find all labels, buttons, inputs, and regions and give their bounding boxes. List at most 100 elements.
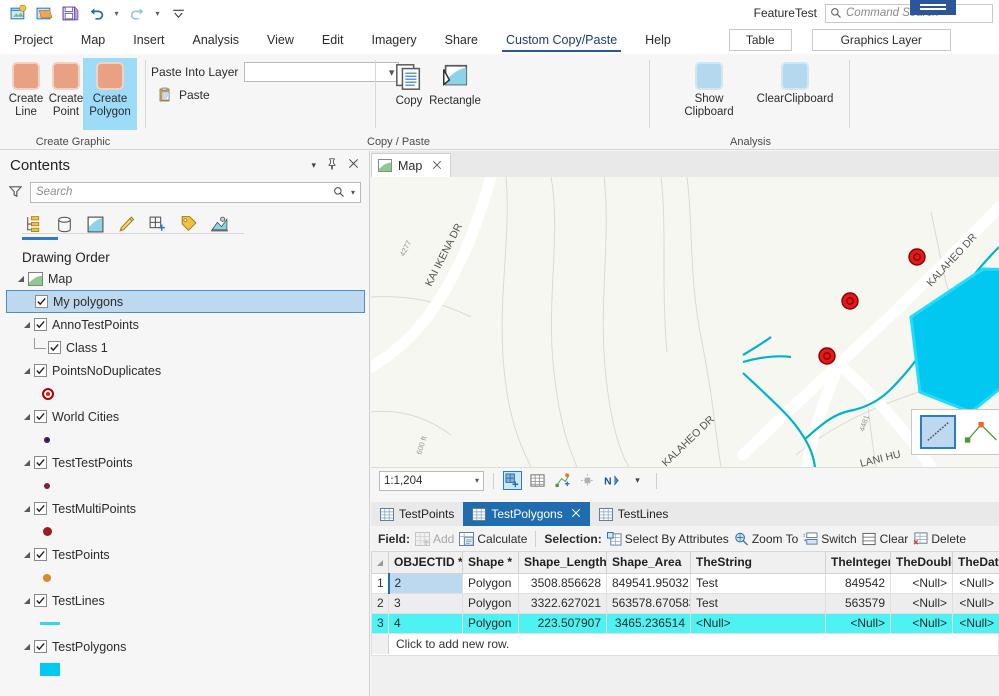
cell-thestring[interactable]: Test bbox=[690, 592, 826, 614]
column-header-shape-length[interactable]: Shape_Length bbox=[518, 552, 607, 574]
ribbon-tab-custom-copy-paste[interactable]: Custom Copy/Paste bbox=[492, 26, 631, 54]
user-name[interactable]: FeatureTest bbox=[754, 6, 817, 20]
row-number[interactable]: 1 bbox=[371, 572, 389, 594]
attribute-tab-testlines[interactable]: TestLines bbox=[589, 502, 678, 526]
redo-dropdown-caret-icon[interactable]: ▾ bbox=[151, 2, 164, 24]
cell-shape-length[interactable]: 223.507907 bbox=[518, 612, 607, 634]
clear-selection-button[interactable]: Clear bbox=[862, 532, 908, 546]
line-tool-button[interactable] bbox=[920, 415, 956, 449]
map-view-tab[interactable]: Map bbox=[371, 153, 452, 177]
select-by-attributes-button[interactable]: Select By Attributes bbox=[606, 531, 729, 546]
cell-thedouble[interactable]: <Null> bbox=[890, 592, 953, 614]
column-header-thedate[interactable]: TheDate bbox=[952, 552, 999, 574]
filter-icon[interactable] bbox=[8, 184, 24, 200]
paste-into-layer-combo[interactable]: ▾ bbox=[244, 62, 400, 82]
layer-visibility-checkbox[interactable] bbox=[34, 594, 47, 607]
cell-shape[interactable]: Polygon bbox=[462, 612, 519, 634]
cell-shape-length[interactable]: 3322.627021 bbox=[518, 592, 607, 614]
layer-visibility-checkbox[interactable] bbox=[34, 502, 47, 515]
cell-thedate[interactable]: <Null> bbox=[952, 612, 999, 634]
cell-objectid[interactable]: 4 bbox=[388, 612, 463, 634]
column-header-objectid[interactable]: OBJECTID * bbox=[388, 552, 463, 574]
open-project-icon[interactable] bbox=[32, 2, 56, 24]
list-by-selection-icon[interactable] bbox=[84, 213, 106, 235]
layer-visibility-checkbox[interactable] bbox=[34, 364, 47, 377]
cell-thedate[interactable]: <Null> bbox=[952, 572, 999, 594]
list-by-data-source-icon[interactable] bbox=[53, 213, 75, 235]
more-icon[interactable]: ▾ bbox=[628, 471, 647, 490]
clear-clipboard-button[interactable]: ClearClipboard bbox=[747, 58, 843, 130]
layer-visibility-checkbox[interactable] bbox=[35, 295, 48, 308]
expander-icon[interactable]: ◢ bbox=[20, 320, 34, 329]
tree-item-testtestpoints[interactable]: ◢ TestTestPoints bbox=[6, 451, 369, 474]
rectangle-button[interactable]: Rectangle bbox=[425, 58, 485, 130]
window-controls[interactable] bbox=[910, 0, 956, 15]
cell-thestring[interactable]: Test bbox=[690, 572, 826, 594]
edit-vertices-icon[interactable] bbox=[553, 471, 572, 490]
tree-item-pointsnoduplicates[interactable]: ◢ PointsNoDuplicates bbox=[6, 359, 369, 382]
pin-icon[interactable] bbox=[326, 157, 338, 173]
ribbon-tab-insert[interactable]: Insert bbox=[119, 26, 178, 54]
expander-icon[interactable]: ◢ bbox=[20, 550, 34, 559]
layer-visibility-checkbox[interactable] bbox=[34, 456, 47, 469]
cell-theinteger[interactable]: 563579 bbox=[825, 592, 891, 614]
add-new-row[interactable]: Click to add new row. bbox=[371, 633, 999, 656]
cell-theinteger[interactable]: <Null> bbox=[825, 612, 891, 634]
row-number[interactable]: 2 bbox=[371, 592, 389, 614]
chevron-down-icon[interactable]: ▾ bbox=[475, 476, 479, 485]
column-header-thedouble[interactable]: TheDouble bbox=[890, 552, 953, 574]
cell-thestring[interactable]: <Null> bbox=[690, 612, 826, 634]
select-all-corner[interactable] bbox=[371, 552, 389, 574]
table-row[interactable]: 1 2 Polygon 3508.856628 849541.95032 Tes… bbox=[371, 572, 999, 594]
table-context-button[interactable]: Table bbox=[728, 29, 792, 51]
ribbon-tab-analysis[interactable]: Analysis bbox=[179, 26, 254, 54]
cell-shape-area[interactable]: 849541.95032 bbox=[606, 572, 691, 594]
cell-shape-area[interactable]: 563578.670583 bbox=[606, 592, 691, 614]
layer-visibility-checkbox[interactable] bbox=[34, 410, 47, 423]
contents-search-input[interactable]: Search ▾ bbox=[30, 181, 361, 203]
ribbon-tab-view[interactable]: View bbox=[253, 26, 308, 54]
select-features-icon[interactable] bbox=[503, 471, 522, 490]
switch-selection-button[interactable]: Switch bbox=[803, 532, 857, 546]
tree-item-testpolygons[interactable]: ◢ TestPolygons bbox=[6, 635, 369, 658]
calculate-field-button[interactable]: Calculate bbox=[459, 531, 527, 546]
customize-qat-icon[interactable] bbox=[166, 2, 190, 24]
tree-item-testmultipoints[interactable]: ◢ TestMultiPoints bbox=[6, 497, 369, 520]
cell-shape-area[interactable]: 3465.236514 bbox=[606, 612, 691, 634]
undo-dropdown-caret-icon[interactable]: ▾ bbox=[110, 2, 123, 24]
north-arrow-icon[interactable]: N bbox=[603, 471, 622, 490]
close-icon[interactable] bbox=[571, 507, 581, 521]
command-search-input[interactable]: Command Search bbox=[825, 3, 993, 23]
list-by-labeling-icon[interactable] bbox=[177, 213, 199, 235]
ribbon-tab-map[interactable]: Map bbox=[67, 26, 119, 54]
list-by-drawing-order-icon[interactable] bbox=[22, 213, 44, 235]
attribute-tab-testpoints[interactable]: TestPoints bbox=[371, 502, 464, 526]
cell-shape[interactable]: Polygon bbox=[462, 592, 519, 614]
expander-icon[interactable]: ◢ bbox=[20, 366, 34, 375]
expander-icon[interactable]: ◢ bbox=[14, 274, 28, 283]
expander-icon[interactable]: ◢ bbox=[20, 458, 34, 467]
table-row[interactable]: 2 3 Polygon 3322.627021 563578.670583 Te… bbox=[371, 592, 999, 614]
chevron-down-icon[interactable]: ▾ bbox=[311, 160, 316, 171]
close-icon[interactable] bbox=[348, 158, 359, 172]
create-polygon-button[interactable]: Create Polygon bbox=[83, 58, 137, 130]
zoom-to-button[interactable]: Zoom To bbox=[734, 532, 798, 546]
map-canvas[interactable]: KAI IKENA DR 4277 KALAHEO DR KALAHEO DR … bbox=[371, 177, 999, 467]
cell-objectid[interactable]: 2 bbox=[387, 572, 463, 594]
ribbon-tab-project[interactable]: Project bbox=[0, 26, 67, 54]
cell-thedate[interactable]: <Null> bbox=[952, 592, 999, 614]
graphics-layer-context-button[interactable]: Graphics Layer bbox=[811, 29, 951, 51]
layer-visibility-checkbox[interactable] bbox=[48, 341, 61, 354]
save-project-icon[interactable] bbox=[58, 2, 82, 24]
delete-selection-button[interactable]: Delete bbox=[913, 532, 966, 546]
layer-visibility-checkbox[interactable] bbox=[34, 640, 47, 653]
tree-item-map[interactable]: ◢ Map bbox=[6, 267, 369, 290]
expander-icon[interactable]: ◢ bbox=[20, 412, 34, 421]
table-icon[interactable] bbox=[528, 471, 547, 490]
ribbon-tab-imagery[interactable]: Imagery bbox=[357, 26, 430, 54]
list-by-snapping-icon[interactable] bbox=[146, 213, 168, 235]
expander-icon[interactable]: ◢ bbox=[20, 504, 34, 513]
column-header-shape-area[interactable]: Shape_Area bbox=[606, 552, 691, 574]
tree-item-testlines[interactable]: ◢ TestLines bbox=[6, 589, 369, 612]
tree-item-my-polygons[interactable]: My polygons bbox=[6, 290, 365, 313]
